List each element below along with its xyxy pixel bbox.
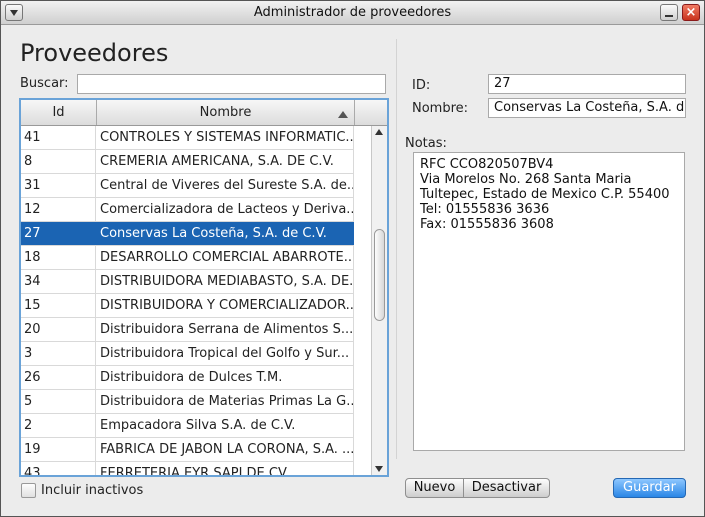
table-body: 41 CONTROLES Y SISTEMAS INFORMATIC... 8 CR… <box>21 126 354 475</box>
cell-nombre: Distribuidora Tropical del Golfo y Sur..… <box>97 342 354 365</box>
cell-id: 34 <box>21 270 96 293</box>
search-input[interactable] <box>77 74 386 94</box>
cell-id: 19 <box>21 438 96 461</box>
cell-id: 2 <box>21 414 96 437</box>
notas-line: Via Morelos No. 268 Santa Maria <box>420 172 632 187</box>
cell-id: 5 <box>21 390 96 413</box>
notas-line: Tultepec, Estado de Mexico C.P. 55400 <box>420 187 670 202</box>
guardar-button[interactable]: Guardar <box>613 478 686 498</box>
cell-id: 15 <box>21 294 96 317</box>
cell-id: 18 <box>21 246 96 269</box>
page-title: Proveedores <box>20 39 169 67</box>
column-header-corner <box>355 100 387 125</box>
table-scrollbar[interactable] <box>371 126 387 475</box>
cell-nombre: FERRETERIA EYR SAPI DE CV <box>97 462 354 475</box>
window-title: Administrador de proveedores <box>253 5 452 20</box>
column-header-nombre[interactable]: Nombre <box>97 100 355 125</box>
cell-id: 8 <box>21 150 96 173</box>
cell-nombre: Distribuidora de Dulces T.M. <box>97 366 354 389</box>
cell-nombre: Distribuidora Serrana de Alimentos S.... <box>97 318 354 341</box>
table-row[interactable]: 31 Central de Viveres del Sureste S.A. de… <box>21 174 354 198</box>
notas-line: RFC CCO820507BV4 <box>420 157 554 172</box>
cell-id: 41 <box>21 126 96 149</box>
notas-line: Fax: 01555836 3608 <box>420 217 554 232</box>
nombre-label: Nombre: <box>412 101 469 116</box>
close-button[interactable]: × <box>682 4 700 21</box>
notas-label: Notas: <box>405 136 447 151</box>
cell-id: 43 <box>21 462 96 475</box>
scroll-down-icon[interactable] <box>374 463 385 474</box>
notas-line: Tel: 01555836 3636 <box>420 202 550 217</box>
cell-id: 26 <box>21 366 96 389</box>
title-bar[interactable]: Administrador de proveedores × <box>1 1 704 25</box>
notas-textarea[interactable]: RFC CCO820507BV4 Via Morelos No. 268 San… <box>413 152 685 451</box>
cell-nombre: CREMERIA AMERICANA, S.A. DE C.V. <box>97 150 354 173</box>
cell-nombre: DISTRIBUIDORA MEDIABASTO, S.A. DE... <box>97 270 354 293</box>
cell-nombre: DESARROLLO COMERCIAL ABARROTE... <box>97 246 354 269</box>
table-row[interactable]: 8 CREMERIA AMERICANA, S.A. DE C.V. <box>21 150 354 174</box>
table-row[interactable]: 20 Distribuidora Serrana de Alimentos S..… <box>21 318 354 342</box>
table-row[interactable]: 5 Distribuidora de Materias Primas La G..… <box>21 390 354 414</box>
panel-divider <box>396 39 397 459</box>
cell-nombre: CONTROLES Y SISTEMAS INFORMATIC... <box>97 126 354 149</box>
cell-id: 20 <box>21 318 96 341</box>
table-row[interactable]: 12 Comercializadora de Lacteos y Deriva..… <box>21 198 354 222</box>
column-header-id[interactable]: Id <box>21 100 97 125</box>
cell-id: 12 <box>21 198 96 221</box>
table-row[interactable]: 18 DESARROLLO COMERCIAL ABARROTE... <box>21 246 354 270</box>
id-label: ID: <box>412 78 431 93</box>
search-label: Buscar: <box>20 76 69 91</box>
cell-id: 3 <box>21 342 96 365</box>
table-row[interactable]: 43 FERRETERIA EYR SAPI DE CV <box>21 462 354 475</box>
include-inactive-label: Incluir inactivos <box>41 483 144 498</box>
table-row-selected[interactable]: 27 Conservas La Costeña, S.A. de C.V. <box>21 222 354 246</box>
table-row[interactable]: 2 Empacadora Silva S.A. de C.V. <box>21 414 354 438</box>
window: Administrador de proveedores × Proveedor… <box>0 0 705 517</box>
sort-ascending-icon <box>338 111 348 118</box>
cell-nombre: Comercializadora de Lacteos y Deriva... <box>97 198 354 221</box>
table-row[interactable]: 19 FABRICA DE JABON LA CORONA, S.A. ... <box>21 438 354 462</box>
include-inactive-checkbox[interactable] <box>21 483 36 498</box>
cell-nombre: FABRICA DE JABON LA CORONA, S.A. ... <box>97 438 354 461</box>
desactivar-button[interactable]: Desactivar <box>464 478 550 498</box>
cell-nombre: Empacadora Silva S.A. de C.V. <box>97 414 354 437</box>
suppliers-table[interactable]: Id Nombre 41 CONTROLES Y SISTEMAS INFORMA… <box>19 98 389 477</box>
cell-nombre: DISTRIBUIDORA Y COMERCIALIZADOR... <box>97 294 354 317</box>
nombre-field[interactable]: Conservas La Costeña, S.A. de <box>488 98 686 118</box>
scroll-up-icon[interactable] <box>374 127 385 138</box>
cell-nombre: Conservas La Costeña, S.A. de C.V. <box>97 222 354 245</box>
cell-nombre: Central de Viveres del Sureste S.A. de..… <box>97 174 354 197</box>
table-header: Id Nombre <box>21 100 387 126</box>
id-field[interactable]: 27 <box>488 74 686 94</box>
table-row[interactable]: 41 CONTROLES Y SISTEMAS INFORMATIC... <box>21 126 354 150</box>
column-header-nombre-label: Nombre <box>199 105 252 120</box>
cell-nombre: Distribuidora de Materias Primas La G... <box>97 390 354 413</box>
table-row[interactable]: 15 DISTRIBUIDORA Y COMERCIALIZADOR... <box>21 294 354 318</box>
nuevo-button[interactable]: Nuevo <box>405 478 464 498</box>
table-row[interactable]: 34 DISTRIBUIDORA MEDIABASTO, S.A. DE... <box>21 270 354 294</box>
minimize-button[interactable] <box>660 4 678 21</box>
cell-id: 27 <box>21 222 96 245</box>
cell-id: 31 <box>21 174 96 197</box>
table-row[interactable]: 3 Distribuidora Tropical del Golfo y Sur.… <box>21 342 354 366</box>
scroll-thumb[interactable] <box>374 229 385 321</box>
table-row[interactable]: 26 Distribuidora de Dulces T.M. <box>21 366 354 390</box>
